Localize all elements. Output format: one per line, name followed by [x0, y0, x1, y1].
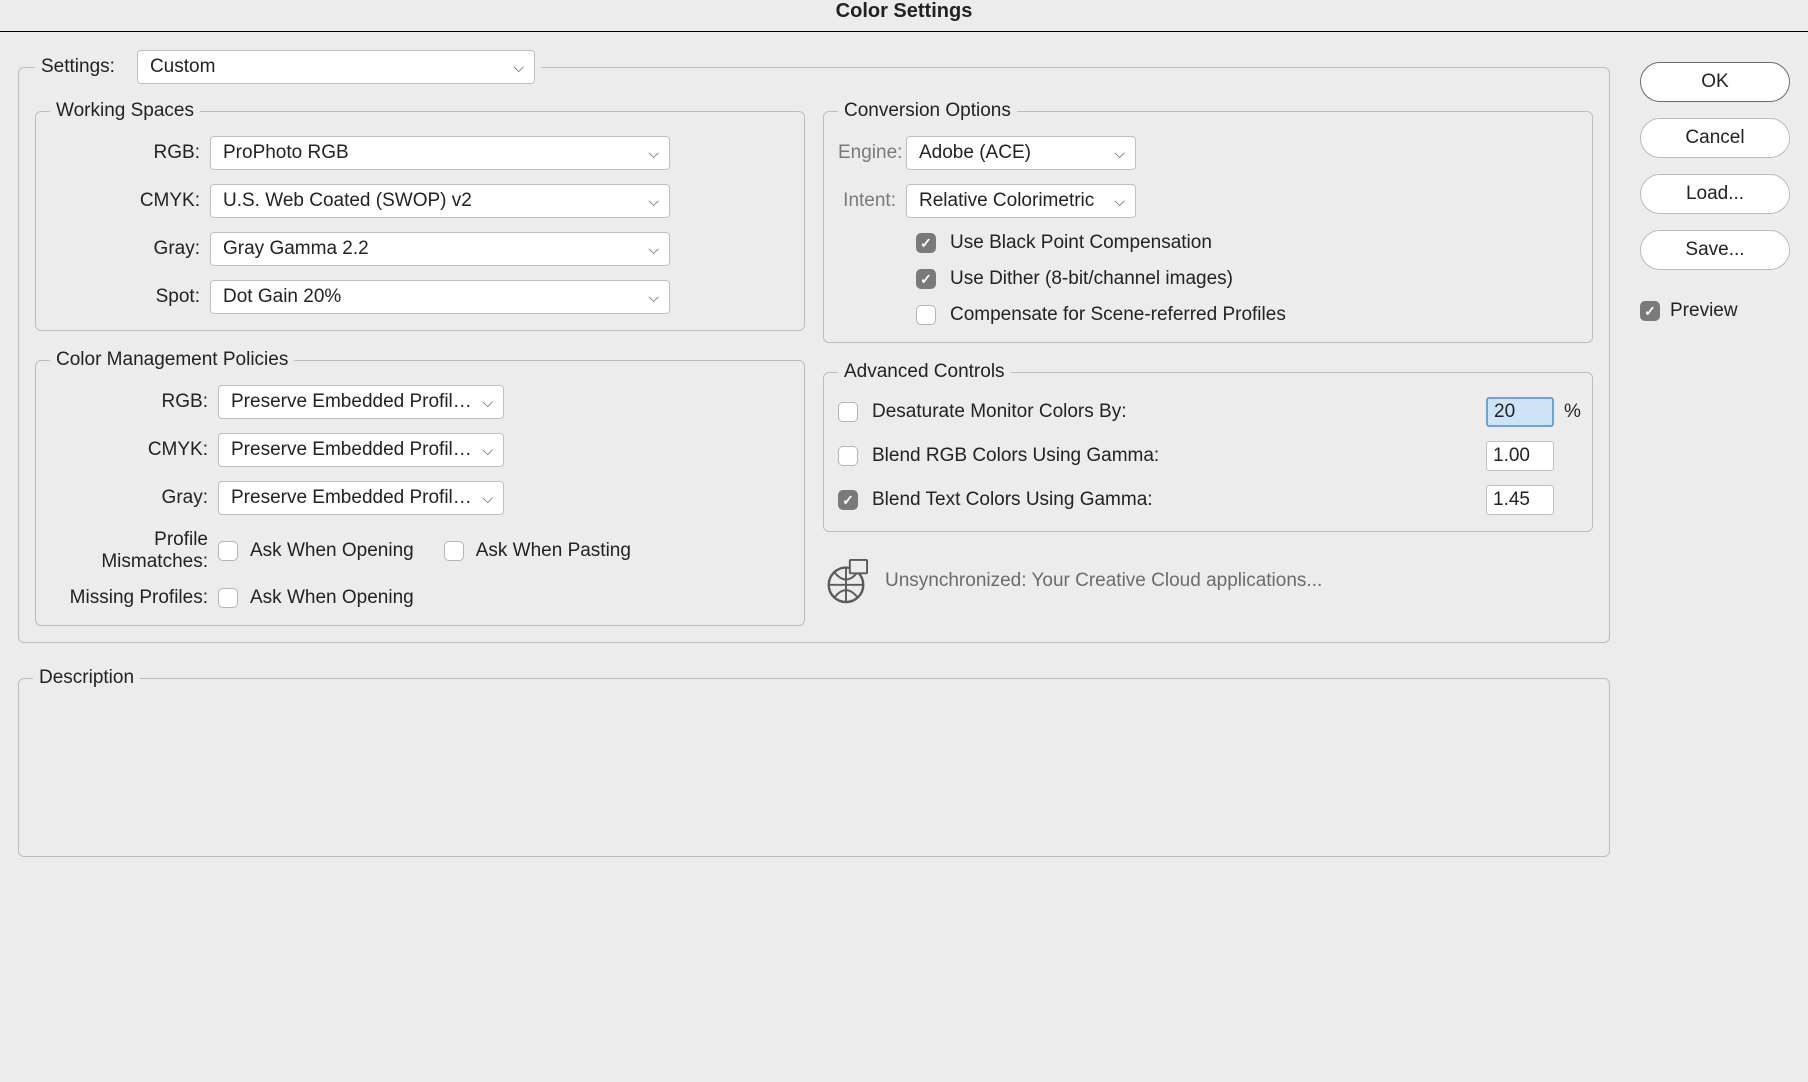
blend-text-checkbox[interactable]: [838, 490, 858, 510]
ws-spot-label: Spot:: [50, 286, 210, 308]
pol-rgb-label: RGB:: [50, 391, 218, 413]
globe-icon: [823, 558, 869, 604]
preview-checkbox[interactable]: [1640, 301, 1660, 321]
chevron-down-icon: ⌵: [1114, 145, 1125, 162]
chevron-down-icon: ⌵: [1114, 193, 1125, 210]
intent-select[interactable]: Relative Colorimetric ⌵: [906, 184, 1136, 218]
ws-rgb-select[interactable]: ProPhoto RGB ⌵: [210, 136, 670, 170]
desat-suffix: %: [1554, 401, 1578, 423]
blend-rgb-label: Blend RGB Colors Using Gamma:: [858, 445, 1486, 467]
dither-label: Use Dither (8-bit/channel images): [950, 268, 1233, 290]
desat-label: Desaturate Monitor Colors By:: [858, 401, 1486, 423]
save-button[interactable]: Save...: [1640, 230, 1790, 270]
desat-value: 20: [1494, 401, 1515, 423]
blend-text-value: 1.45: [1493, 489, 1530, 511]
chevron-down-icon: ⌵: [648, 289, 659, 306]
ws-cmyk-select[interactable]: U.S. Web Coated (SWOP) v2 ⌵: [210, 184, 670, 218]
missing-open-checkbox[interactable]: [218, 588, 238, 608]
description-legend: Description: [33, 667, 140, 689]
missing-open-label: Ask When Opening: [238, 587, 414, 609]
ok-button[interactable]: OK: [1640, 62, 1790, 102]
pol-gray-select[interactable]: Preserve Embedded Profiles ⌵: [218, 481, 504, 515]
mismatch-paste-checkbox[interactable]: [444, 541, 464, 561]
settings-fieldset: Settings: Custom ⌵ Working Spaces RGB:: [18, 50, 1610, 643]
profile-mismatches-label: Profile Mismatches:: [50, 529, 218, 573]
blend-rgb-input[interactable]: 1.00: [1486, 441, 1554, 471]
policies-fieldset: Color Management Policies RGB: Preserve …: [35, 349, 805, 626]
desat-checkbox[interactable]: [838, 402, 858, 422]
working-spaces-fieldset: Working Spaces RGB: ProPhoto RGB ⌵ CMYK:: [35, 100, 805, 331]
ws-rgb-value: ProPhoto RGB: [223, 142, 349, 164]
engine-value: Adobe (ACE): [919, 142, 1031, 164]
ws-spot-value: Dot Gain 20%: [223, 286, 341, 308]
engine-select[interactable]: Adobe (ACE) ⌵: [906, 136, 1136, 170]
chevron-down-icon: ⌵: [482, 490, 493, 507]
blend-text-label: Blend Text Colors Using Gamma:: [858, 489, 1486, 511]
advanced-legend: Advanced Controls: [838, 361, 1011, 383]
intent-label: Intent:: [838, 190, 906, 212]
ws-spot-select[interactable]: Dot Gain 20% ⌵: [210, 280, 670, 314]
policies-legend: Color Management Policies: [50, 349, 294, 371]
description-fieldset: Description: [18, 667, 1610, 857]
chevron-down-icon: ⌵: [648, 193, 659, 210]
advanced-fieldset: Advanced Controls Desaturate Monitor Col…: [823, 361, 1593, 532]
chevron-down-icon: ⌵: [482, 394, 493, 411]
settings-value: Custom: [150, 56, 215, 78]
mismatch-open-label: Ask When Opening: [238, 540, 444, 562]
blend-rgb-checkbox[interactable]: [838, 446, 858, 466]
pol-rgb-select[interactable]: Preserve Embedded Profiles ⌵: [218, 385, 504, 419]
chevron-down-icon: ⌵: [648, 145, 659, 162]
pol-rgb-value: Preserve Embedded Profiles: [231, 391, 472, 413]
ws-cmyk-value: U.S. Web Coated (SWOP) v2: [223, 190, 472, 212]
dialog-title: Color Settings: [0, 0, 1808, 32]
sync-status-text: Unsynchronized: Your Creative Cloud appl…: [885, 570, 1322, 592]
settings-select[interactable]: Custom ⌵: [137, 50, 535, 84]
preview-label: Preview: [1670, 300, 1738, 322]
pol-cmyk-select[interactable]: Preserve Embedded Profiles ⌵: [218, 433, 504, 467]
pol-cmyk-value: Preserve Embedded Profiles: [231, 439, 472, 461]
pol-gray-label: Gray:: [50, 487, 218, 509]
ws-gray-label: Gray:: [50, 238, 210, 260]
missing-profiles-label: Missing Profiles:: [50, 587, 218, 609]
dither-checkbox[interactable]: [916, 269, 936, 289]
mismatch-open-checkbox[interactable]: [218, 541, 238, 561]
engine-label: Engine:: [838, 142, 906, 164]
blend-rgb-value: 1.00: [1493, 445, 1530, 467]
pol-cmyk-label: CMYK:: [50, 439, 218, 461]
sync-status: Unsynchronized: Your Creative Cloud appl…: [823, 558, 1593, 604]
load-button[interactable]: Load...: [1640, 174, 1790, 214]
chevron-down-icon: ⌵: [648, 241, 659, 258]
scene-label: Compensate for Scene-referred Profiles: [950, 304, 1286, 326]
conversion-fieldset: Conversion Options Engine: Adobe (ACE) ⌵…: [823, 100, 1593, 343]
cancel-button[interactable]: Cancel: [1640, 118, 1790, 158]
bpc-label: Use Black Point Compensation: [950, 232, 1212, 254]
desat-input[interactable]: 20: [1486, 397, 1554, 427]
settings-label: Settings:: [41, 56, 125, 78]
ws-cmyk-label: CMYK:: [50, 190, 210, 212]
pol-gray-value: Preserve Embedded Profiles: [231, 487, 472, 509]
scene-checkbox[interactable]: [916, 305, 936, 325]
conversion-legend: Conversion Options: [838, 100, 1017, 122]
chevron-down-icon: ⌵: [482, 442, 493, 459]
mismatch-paste-label: Ask When Pasting: [464, 540, 631, 562]
ws-rgb-label: RGB:: [50, 142, 210, 164]
ws-gray-select[interactable]: Gray Gamma 2.2 ⌵: [210, 232, 670, 266]
intent-value: Relative Colorimetric: [919, 190, 1094, 212]
working-spaces-legend: Working Spaces: [50, 100, 200, 122]
ws-gray-value: Gray Gamma 2.2: [223, 238, 369, 260]
bpc-checkbox[interactable]: [916, 233, 936, 253]
chevron-down-icon: ⌵: [513, 59, 524, 76]
blend-text-input[interactable]: 1.45: [1486, 485, 1554, 515]
